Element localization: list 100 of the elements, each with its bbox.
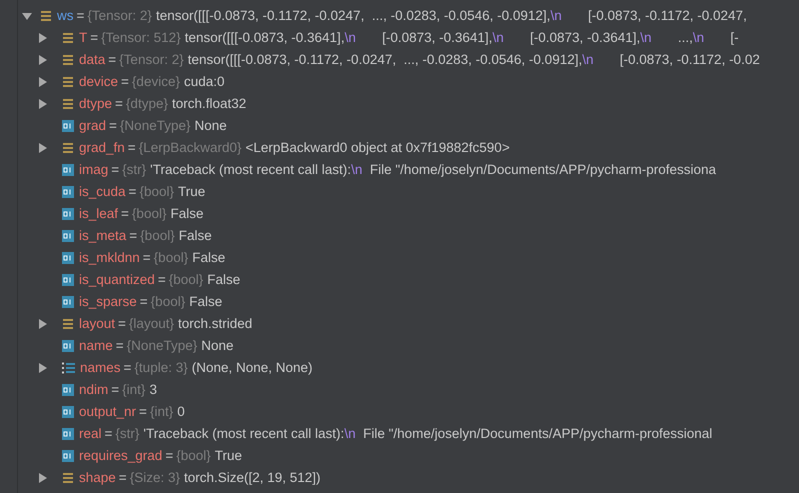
type-label: {int} bbox=[150, 402, 174, 421]
equals-sign: = bbox=[114, 336, 125, 355]
variable-row[interactable]: T = {Tensor: 512} tensor([[[-0.0873, -0.3641],\n [-0.0873, -0.3641],\n [-0.0873, -0.3641],\n ...,\n [- bbox=[0, 27, 799, 49]
value-text: False bbox=[189, 292, 222, 311]
value-text: None bbox=[201, 336, 234, 355]
equals-sign: = bbox=[117, 314, 127, 333]
value-text: False bbox=[178, 226, 212, 245]
variable-row[interactable]: ws = {Tensor: 2} tensor([[[-0.0873, -0.1172, -0.0247, ..., -0.0283, -0.0546, -0.0912],\n [-0.0873, -0.1172, -0.0247, bbox=[0, 5, 799, 27]
type-label: {Size: 3} bbox=[130, 468, 180, 487]
value-icon bbox=[62, 274, 74, 286]
value-text: True bbox=[214, 446, 242, 465]
variable-name: is_cuda bbox=[79, 182, 126, 201]
equals-sign: = bbox=[156, 270, 167, 289]
value-text: 3 bbox=[149, 380, 157, 399]
expand-arrow-icon[interactable] bbox=[38, 363, 48, 373]
value-text: cuda:0 bbox=[184, 72, 225, 91]
equals-sign: = bbox=[89, 28, 100, 47]
variable-row[interactable]: is_sparse = {bool} False bbox=[0, 291, 799, 313]
type-label: {bool} bbox=[139, 182, 174, 201]
variable-row[interactable]: real = {str} 'Traceback (most recent call last):\n File "/home/joselyn/Documents/APP/pycharm-professional bbox=[0, 423, 799, 445]
stack-icon bbox=[62, 142, 74, 154]
variable-name: ndim bbox=[79, 380, 108, 399]
variable-row[interactable]: is_mkldnn = {bool} False bbox=[0, 247, 799, 269]
variable-row[interactable]: names = {tuple: 3} (None, None, None) bbox=[0, 357, 799, 379]
value-icon bbox=[62, 428, 74, 440]
variable-row[interactable]: imag = {str} 'Traceback (most recent call last):\n File "/home/joselyn/Documents/APP/pycharm-professiona bbox=[0, 159, 799, 181]
variable-row[interactable]: is_quantized = {bool} False bbox=[0, 269, 799, 291]
type-label: {bool} bbox=[150, 292, 186, 311]
type-label: {layout} bbox=[128, 314, 174, 333]
equals-sign: = bbox=[114, 94, 124, 113]
equals-sign: = bbox=[118, 468, 128, 487]
value-text: tensor([[[-0.0873, -0.1172, -0.0247, ..., -0.0283, -0.0546, -0.0912],\n [-0.0873, -0.1172, -0.02 bbox=[188, 50, 760, 69]
variable-row[interactable]: grad_fn = {LerpBackward0} <LerpBackward0 object at 0x7f19882fc590> bbox=[0, 137, 799, 159]
stack-icon bbox=[40, 10, 52, 22]
value-icon bbox=[62, 120, 74, 132]
type-label: {bool} bbox=[176, 446, 211, 465]
expand-arrow-icon[interactable] bbox=[38, 33, 48, 43]
expand-arrow-icon[interactable] bbox=[38, 77, 48, 87]
equals-sign: = bbox=[104, 424, 114, 443]
type-label: {tuple: 3} bbox=[134, 358, 188, 377]
stack-icon bbox=[62, 32, 74, 44]
variable-name: name bbox=[79, 336, 113, 355]
variable-name: shape bbox=[79, 468, 116, 487]
collapse-arrow-icon[interactable] bbox=[22, 11, 32, 21]
variable-row[interactable]: layout = {layout} torch.strided bbox=[0, 313, 799, 335]
type-label: {device} bbox=[132, 72, 180, 91]
stack-icon bbox=[62, 76, 74, 88]
variable-row[interactable]: shape = {Size: 3} torch.Size([2, 19, 512]) bbox=[0, 467, 799, 489]
stack-icon bbox=[62, 318, 74, 330]
variable-row[interactable]: device = {device} cuda:0 bbox=[0, 71, 799, 93]
variable-name: is_quantized bbox=[79, 270, 155, 289]
equals-sign: = bbox=[120, 72, 130, 91]
value-text: torch.Size([2, 19, 512]) bbox=[184, 468, 321, 487]
expand-arrow-icon[interactable] bbox=[38, 99, 48, 109]
type-label: {dtype} bbox=[126, 94, 168, 113]
variable-row[interactable]: data = {Tensor: 2} tensor([[[-0.0873, -0.1172, -0.0247, ..., -0.0283, -0.0546, -0.0912],\n [-0.0873, -0.1172, -0.02 bbox=[0, 49, 799, 71]
variable-row[interactable]: name = {NoneType} None bbox=[0, 335, 799, 357]
expand-arrow-icon[interactable] bbox=[38, 143, 48, 153]
type-label: {Tensor: 2} bbox=[119, 50, 184, 69]
value-icon bbox=[62, 208, 74, 220]
type-label: {str} bbox=[122, 160, 146, 179]
value-icon bbox=[62, 252, 74, 264]
type-label: {bool} bbox=[168, 270, 204, 289]
variable-name: is_leaf bbox=[79, 204, 118, 223]
value-icon bbox=[62, 406, 74, 418]
value-text: torch.strided bbox=[178, 314, 252, 333]
variable-row[interactable]: requires_grad = {bool} True bbox=[0, 445, 799, 467]
variable-name: imag bbox=[79, 160, 108, 179]
value-text: False bbox=[207, 270, 240, 289]
variable-row[interactable]: is_cuda = {bool} True bbox=[0, 181, 799, 203]
type-label: {bool} bbox=[140, 226, 175, 245]
value-icon bbox=[62, 186, 74, 198]
expand-arrow-icon[interactable] bbox=[38, 473, 48, 483]
equals-sign: = bbox=[110, 160, 120, 179]
value-text: 'Traceback (most recent call last):\n File "/home/joselyn/Documents/APP/pycharm-professional bbox=[143, 424, 712, 443]
variable-row[interactable]: output_nr = {int} 0 bbox=[0, 401, 799, 423]
equals-sign: = bbox=[76, 6, 86, 25]
variable-name: is_sparse bbox=[79, 292, 137, 311]
variable-row[interactable]: ndim = {int} 3 bbox=[0, 379, 799, 401]
variable-row[interactable]: dtype = {dtype} torch.float32 bbox=[0, 93, 799, 115]
equals-sign: = bbox=[164, 446, 174, 465]
variable-name: is_mkldnn bbox=[79, 248, 140, 267]
value-text: False bbox=[170, 204, 204, 223]
type-label: {NoneType} bbox=[126, 336, 198, 355]
variable-row[interactable]: is_meta = {bool} False bbox=[0, 225, 799, 247]
variable-name: grad_fn bbox=[79, 138, 125, 157]
variable-name: device bbox=[79, 72, 118, 91]
stack-icon bbox=[62, 54, 74, 66]
stack-icon bbox=[62, 472, 74, 484]
expand-arrow-icon[interactable] bbox=[38, 319, 48, 329]
variable-name: ws bbox=[57, 6, 74, 25]
equals-sign: = bbox=[138, 402, 148, 421]
value-icon bbox=[62, 230, 74, 242]
variable-name: dtype bbox=[79, 94, 112, 113]
variable-row[interactable]: grad = {NoneType} None bbox=[0, 115, 799, 137]
expand-arrow-icon[interactable] bbox=[38, 55, 48, 65]
variable-row[interactable]: is_leaf = {bool} False bbox=[0, 203, 799, 225]
equals-sign: = bbox=[128, 182, 138, 201]
type-label: {LerpBackward0} bbox=[138, 138, 242, 157]
type-label: {Tensor: 512} bbox=[101, 28, 181, 47]
